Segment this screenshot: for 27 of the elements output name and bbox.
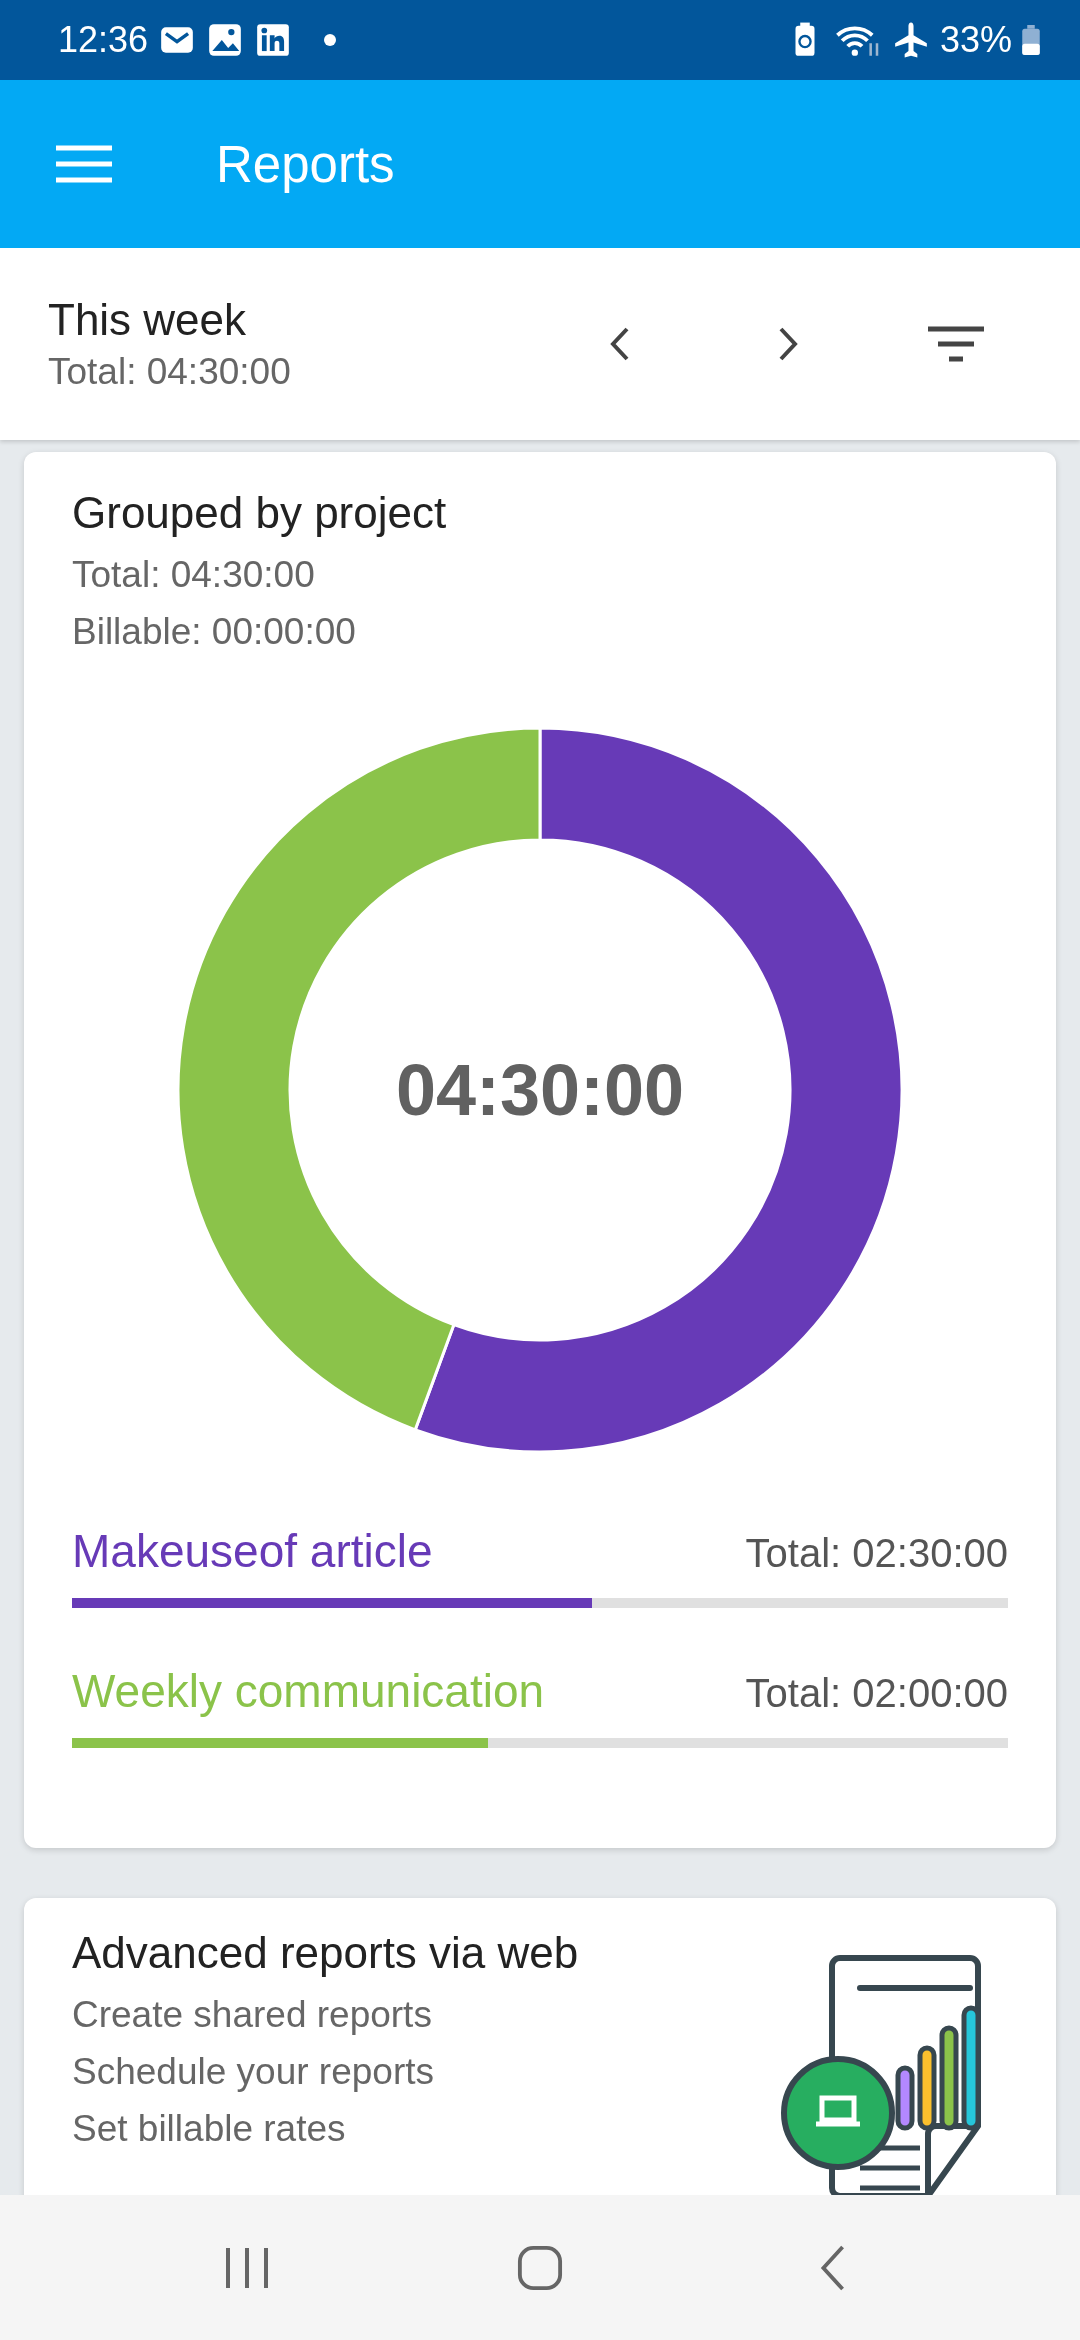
home-icon — [517, 2244, 563, 2291]
menu-icon — [56, 144, 112, 184]
feature-line: Set billable rates — [72, 2107, 347, 2151]
card-total: Total: 04:30:00 — [72, 553, 316, 597]
chevron-left-icon — [610, 326, 630, 362]
battery-icon — [1022, 25, 1040, 55]
project-total: Total: 02:30:00 — [745, 1531, 1008, 1576]
illustration-bar — [895, 2065, 915, 2131]
card-billable: Billable: 00:00:00 — [72, 610, 357, 654]
battery-percent: 33% — [939, 19, 1012, 61]
laptop-badge-icon — [781, 2056, 895, 2170]
card-title: Advanced reports via web — [72, 1928, 579, 1978]
status-time: 12:36 — [58, 19, 149, 61]
chevron-right-icon — [778, 326, 798, 362]
project-total: Total: 02:00:00 — [745, 1671, 1008, 1716]
feature-line: Schedule your reports — [72, 2050, 435, 2094]
menu-button[interactable] — [56, 144, 112, 184]
notification-dot-icon — [324, 34, 337, 46]
feature-line: Create shared reports — [72, 1993, 433, 2037]
donut-center-total: 04:30:00 — [395, 1049, 685, 1131]
filter-icon — [928, 326, 984, 362]
project-name: Weekly communication — [72, 1664, 545, 1718]
screen-title: Reports — [216, 134, 395, 194]
card-title: Grouped by project — [72, 488, 448, 538]
period-total: Total: 04:30:00 — [48, 351, 292, 393]
project-name: Makeuseof article — [72, 1524, 433, 1578]
period-title: This week — [48, 295, 248, 345]
